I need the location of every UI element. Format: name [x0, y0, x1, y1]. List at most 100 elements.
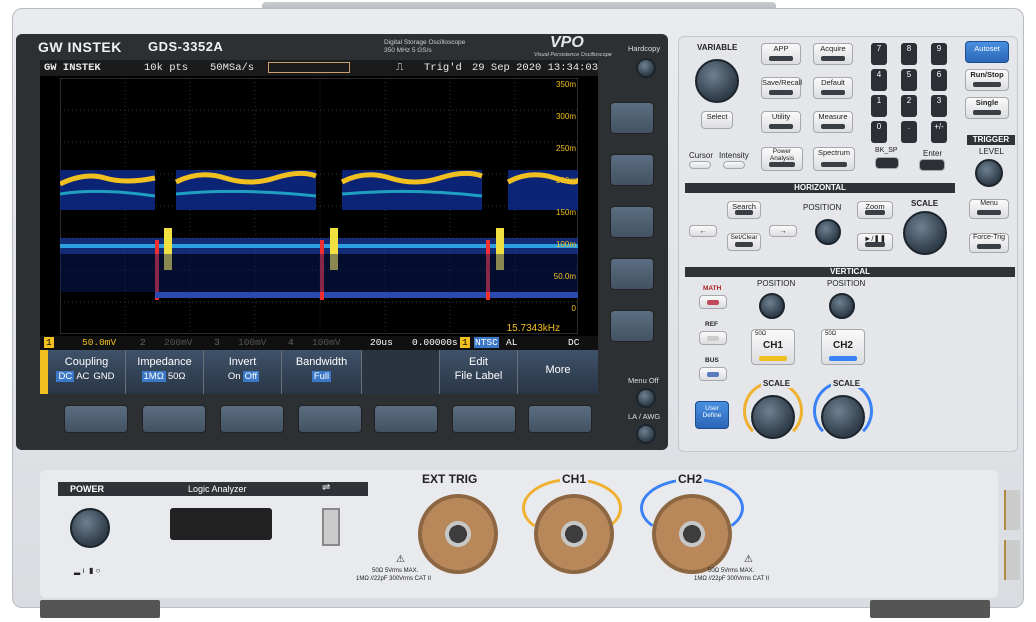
- cursor-button[interactable]: [689, 161, 711, 169]
- ch2-position-label: POSITION: [827, 279, 866, 288]
- ch1-position-label: POSITION: [757, 279, 796, 288]
- trigger-level-knob[interactable]: [975, 159, 1003, 187]
- hardcopy-label: Hardcopy: [628, 44, 661, 53]
- bottom-softkey-1[interactable]: [64, 405, 128, 433]
- hardcopy-button[interactable]: [636, 58, 656, 78]
- menu-edit-file-label[interactable]: Edit File Label: [440, 350, 518, 394]
- default-button[interactable]: Default: [813, 77, 853, 99]
- usb-port[interactable]: [322, 508, 340, 546]
- menu-coupling[interactable]: Coupling DC AC GND: [48, 350, 126, 394]
- cursor-label: Cursor: [689, 151, 714, 160]
- menu-off-button[interactable]: [636, 388, 656, 408]
- side-softkey-5[interactable]: [610, 310, 654, 342]
- bottom-softkey-4[interactable]: [298, 405, 362, 433]
- h-scale-label: SCALE: [911, 199, 939, 208]
- trigger-mode: AL: [506, 337, 518, 348]
- menu-bandwidth[interactable]: Bandwidth Full: [282, 350, 362, 394]
- h-position-knob[interactable]: [815, 219, 841, 245]
- key-1[interactable]: 1: [871, 95, 887, 117]
- key-0[interactable]: 0: [871, 121, 887, 143]
- bottom-softkey-2[interactable]: [142, 405, 206, 433]
- bottom-softkey-6[interactable]: [452, 405, 516, 433]
- ch1-number: 1: [44, 337, 54, 348]
- enter-label: Enter: [923, 149, 943, 158]
- h-scale-knob[interactable]: [903, 211, 947, 255]
- single-button[interactable]: Single: [965, 97, 1009, 119]
- side-softkey-3[interactable]: [610, 206, 654, 238]
- force-trig-button[interactable]: Force-Trig: [969, 233, 1009, 253]
- key-dot[interactable]: .: [901, 121, 917, 143]
- key-2[interactable]: 2: [901, 95, 917, 117]
- spectrum-button[interactable]: Spectrum: [813, 147, 855, 171]
- key-9[interactable]: 9: [931, 43, 947, 65]
- save-recall-button[interactable]: Save/Recall: [761, 77, 802, 99]
- ref-button[interactable]: [699, 331, 727, 345]
- ch4-number: 4: [288, 337, 294, 348]
- trigger-menu-button[interactable]: Menu: [969, 199, 1009, 219]
- ch2-number: 2: [140, 337, 146, 348]
- key-8[interactable]: 8: [901, 43, 917, 65]
- intensity-label: Intensity: [719, 151, 749, 160]
- search-button[interactable]: Search: [727, 201, 761, 219]
- key-4[interactable]: 4: [871, 69, 887, 91]
- utility-button[interactable]: Utility: [761, 111, 801, 133]
- backspace-button[interactable]: [875, 157, 899, 169]
- side-softkey-4[interactable]: [610, 258, 654, 290]
- ch1-connector[interactable]: [534, 494, 614, 574]
- autoset-button[interactable]: Autoset: [965, 41, 1009, 63]
- acquire-button[interactable]: Acquire: [813, 43, 853, 65]
- side-softkey-1[interactable]: [610, 102, 654, 134]
- menu-impedance[interactable]: Impedance 1MΩ 50Ω: [126, 350, 204, 394]
- enter-button[interactable]: [919, 159, 945, 171]
- ch1-scale: 50.0mV: [82, 337, 117, 348]
- bus-label: BUS: [705, 357, 719, 364]
- bottom-softkey-3[interactable]: [220, 405, 284, 433]
- ch2-scale-knob[interactable]: [821, 395, 865, 439]
- variable-label: VARIABLE: [697, 43, 738, 52]
- date-time: 29 Sep 2020 13:34:03: [472, 62, 598, 74]
- scale-label: 350m: [556, 80, 576, 89]
- key-7[interactable]: 7: [871, 43, 887, 65]
- select-button[interactable]: Select: [701, 111, 733, 129]
- menu-empty[interactable]: [362, 350, 440, 394]
- variable-knob[interactable]: [695, 59, 739, 103]
- ch2-position-knob[interactable]: [829, 293, 855, 319]
- next-arrow-button[interactable]: →: [769, 225, 797, 237]
- signal-trace: [60, 170, 578, 300]
- measure-button[interactable]: Measure: [813, 111, 853, 133]
- la-awg-button[interactable]: [636, 424, 656, 444]
- scale-label: 50.0m: [554, 272, 577, 281]
- set-clear-button[interactable]: Set/Clear: [727, 233, 761, 251]
- ch2-connector[interactable]: [652, 494, 732, 574]
- app-button[interactable]: APP: [761, 43, 801, 65]
- logic-analyzer-port[interactable]: [170, 508, 272, 540]
- trigger-coupling: DC: [568, 337, 580, 348]
- menu-invert[interactable]: Invert On Off: [204, 350, 282, 394]
- key-3[interactable]: 3: [931, 95, 947, 117]
- ext-trig-connector[interactable]: [418, 494, 498, 574]
- menu-off-label: Menu Off: [628, 376, 659, 385]
- side-softkey-2[interactable]: [610, 154, 654, 186]
- play-pause-button[interactable]: ►/❚❚: [857, 233, 893, 251]
- power-analysis-button[interactable]: Power Analysis: [761, 147, 803, 171]
- record-length: 10k pts: [144, 62, 189, 74]
- bus-button[interactable]: [699, 367, 727, 381]
- key-5[interactable]: 5: [901, 69, 917, 91]
- math-button[interactable]: [699, 295, 727, 309]
- ch1-scale-knob[interactable]: [751, 395, 795, 439]
- prev-arrow-button[interactable]: ←: [689, 225, 717, 237]
- bottom-softkey-5[interactable]: [374, 405, 438, 433]
- intensity-button[interactable]: [723, 161, 745, 169]
- user-define-button[interactable]: User Define: [695, 401, 729, 429]
- menu-more[interactable]: More: [518, 350, 598, 394]
- zoom-button[interactable]: Zoom: [857, 201, 893, 219]
- scale-label: 100m: [556, 240, 576, 249]
- ch1-input-label: CH1: [560, 472, 589, 486]
- key-plus-minus[interactable]: +/-: [931, 121, 947, 143]
- power-button[interactable]: [70, 508, 110, 548]
- ch1-position-knob[interactable]: [759, 293, 785, 319]
- bottom-softkey-7[interactable]: [528, 405, 592, 433]
- key-6[interactable]: 6: [931, 69, 947, 91]
- vpo-subtitle: Visual Persistence Oscilloscope: [534, 52, 612, 58]
- run-stop-button[interactable]: Run/Stop: [965, 69, 1009, 91]
